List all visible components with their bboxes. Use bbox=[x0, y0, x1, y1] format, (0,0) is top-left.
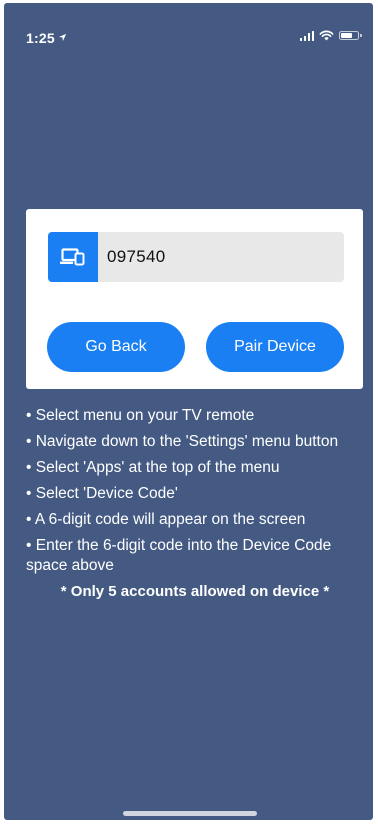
go-back-button[interactable]: Go Back bbox=[47, 322, 185, 372]
instruction-item: • Navigate down to the 'Settings' menu b… bbox=[26, 433, 339, 450]
home-indicator[interactable] bbox=[123, 811, 257, 816]
cellular-signal-icon bbox=[299, 30, 314, 41]
device-code-field[interactable]: 097540 bbox=[48, 232, 344, 282]
status-time-text: 1:25 bbox=[26, 30, 55, 46]
app-screen: 1:25 097540 Go Back Pair Device • Select… bbox=[4, 3, 373, 820]
pair-device-button[interactable]: Pair Device bbox=[206, 322, 344, 372]
status-bar: 1:25 bbox=[4, 3, 373, 46]
instruction-item: • Enter the 6-digit code into the Device… bbox=[26, 537, 332, 574]
wifi-icon bbox=[319, 30, 334, 41]
instruction-item: • Select 'Apps' at the top of the menu bbox=[26, 459, 280, 476]
devices-icon-container bbox=[48, 232, 98, 282]
instruction-item: • A 6-digit code will appear on the scre… bbox=[26, 511, 306, 528]
instruction-item: • Select menu on your TV remote bbox=[26, 407, 255, 424]
instructions-list: • Select menu on your TV remote • Naviga… bbox=[26, 406, 364, 602]
status-indicators bbox=[299, 30, 362, 41]
instruction-item: • Select 'Device Code' bbox=[26, 485, 178, 502]
devices-icon bbox=[60, 248, 85, 266]
location-arrow-icon bbox=[58, 33, 66, 42]
status-time: 1:25 bbox=[26, 30, 67, 46]
account-limit-note: * Only 5 accounts allowed on device * bbox=[60, 583, 330, 600]
battery-icon bbox=[339, 31, 362, 40]
device-code-value: 097540 bbox=[107, 247, 166, 266]
pairing-card: 097540 Go Back Pair Device bbox=[26, 209, 363, 389]
